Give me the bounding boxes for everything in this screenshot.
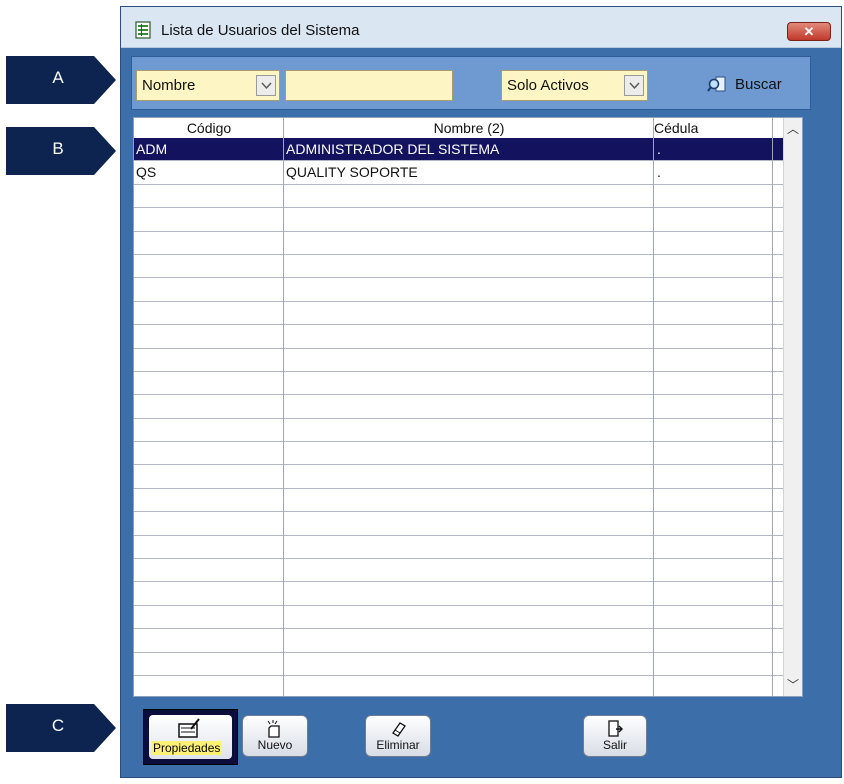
cell-codigo: ADM [136, 141, 168, 157]
table-row[interactable] [134, 442, 784, 466]
table-row[interactable] [134, 185, 784, 209]
chevron-down-icon[interactable] [256, 75, 276, 96]
new-button-label: Nuevo [257, 738, 293, 752]
search-button-label: Buscar [735, 76, 782, 93]
properties-button-label: Propiedades [152, 741, 222, 755]
search-button[interactable]: Buscar [697, 73, 797, 97]
table-row[interactable] [134, 395, 784, 419]
table-row[interactable] [134, 536, 784, 560]
cell-cedula: . [657, 141, 661, 157]
table-row[interactable] [134, 489, 784, 513]
column-header-nombre[interactable]: Nombre (2) [284, 120, 654, 136]
column-divider [653, 118, 654, 696]
table-row[interactable] [134, 606, 784, 630]
callout-a: A [6, 56, 116, 104]
chevron-down-icon[interactable] [624, 75, 644, 96]
table-row[interactable] [134, 232, 784, 255]
column-header-codigo[interactable]: Código [134, 120, 284, 136]
table-row[interactable] [134, 465, 784, 489]
status-select-value: Solo Activos [507, 77, 589, 94]
search-input[interactable] [285, 70, 453, 101]
column-divider [283, 118, 284, 696]
new-document-icon [267, 720, 280, 738]
table-row[interactable]: ADM ADMINISTRADOR DEL SISTEMA. [134, 138, 784, 162]
scroll-down-icon[interactable]: ﹀ [784, 676, 802, 694]
exit-door-icon [608, 720, 623, 737]
exit-button-label: Salir [602, 738, 627, 752]
table-row[interactable] [134, 349, 784, 372]
callout-a-label: A [52, 68, 64, 87]
table-row[interactable] [134, 653, 784, 676]
callout-b: B [6, 127, 116, 175]
table-row[interactable]: QS QUALITY SOPORTE. [134, 161, 784, 185]
scroll-up-icon[interactable]: ︿ [784, 120, 802, 138]
close-icon: ✕ [803, 24, 815, 39]
table-row[interactable] [134, 559, 784, 583]
new-button[interactable]: Nuevo [242, 715, 308, 757]
exit-button[interactable]: Salir [583, 715, 647, 757]
cell-nombre: ADMINISTRADOR DEL SISTEMA [286, 141, 500, 157]
field-select-value: Nombre [142, 77, 196, 94]
callout-b-label: B [52, 139, 64, 158]
callout-c: C [6, 704, 116, 752]
callout-c-label: C [51, 716, 65, 735]
close-button[interactable]: ✕ [787, 22, 831, 41]
document-grid-icon [135, 21, 151, 39]
table-row[interactable] [134, 325, 784, 349]
magnifier-icon [707, 76, 726, 92]
table-header: Código Nombre (2) Cédula [134, 118, 784, 139]
delete-button[interactable]: Eliminar [365, 715, 431, 757]
table-row[interactable] [134, 302, 784, 326]
table-row[interactable] [134, 255, 784, 279]
table-row[interactable] [134, 372, 784, 396]
table-row[interactable] [134, 582, 784, 606]
cell-cedula: . [657, 164, 661, 181]
cell-codigo: QS [136, 164, 157, 181]
title-bar[interactable]: Lista de Usuarios del Sistema ✕ [121, 7, 841, 48]
eraser-icon [392, 722, 406, 737]
cell-nombre: QUALITY SOPORTE [286, 164, 418, 181]
edit-card-icon [178, 718, 200, 738]
column-header-cedula[interactable]: Cédula [654, 120, 772, 136]
table-row[interactable] [134, 278, 784, 302]
table-row[interactable] [134, 676, 784, 696]
window-title: Lista de Usuarios del Sistema [161, 22, 360, 39]
properties-button-frame: Propiedades [143, 709, 238, 765]
column-divider [772, 118, 773, 696]
status-select[interactable]: Solo Activos [501, 70, 648, 101]
filter-bar: Nombre Solo Activos Buscar [131, 56, 811, 110]
field-select[interactable]: Nombre [136, 70, 280, 101]
delete-button-label: Eliminar [376, 738, 420, 752]
users-table: Código Nombre (2) Cédula ADM ADMINISTRADO… [133, 117, 803, 697]
users-list-window: Lista de Usuarios del Sistema ✕ Nombre S… [120, 6, 842, 778]
vertical-scrollbar[interactable]: ︿ ﹀ [783, 118, 802, 696]
table-row[interactable] [134, 208, 784, 232]
table-row[interactable] [134, 629, 784, 653]
properties-button[interactable]: Propiedades [149, 715, 232, 759]
table-body: ADM ADMINISTRADOR DEL SISTEMA. QS QUALITY S… [134, 138, 784, 696]
table-row[interactable] [134, 419, 784, 443]
table-row[interactable] [134, 512, 784, 536]
